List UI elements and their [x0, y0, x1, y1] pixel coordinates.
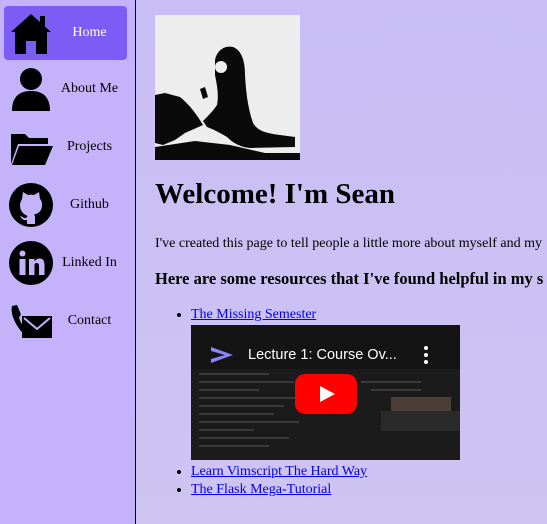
- sidebar-item-github[interactable]: Github: [4, 178, 127, 232]
- list-item: The Flask Mega-Tutorial: [191, 481, 460, 499]
- sidebar-item-projects[interactable]: Projects: [4, 120, 127, 174]
- sidebar-item-label: Contact: [67, 313, 112, 328]
- resource-link-flask[interactable]: The Flask Mega-Tutorial: [191, 482, 331, 497]
- resource-link-vimscript[interactable]: Learn Vimscript The Hard Way: [191, 464, 367, 479]
- sidebar-item-label: Projects: [66, 139, 113, 154]
- profile-photo: [155, 15, 300, 160]
- linkedin-icon: [9, 241, 53, 285]
- sidebar: Home About Me Projects Github Linked In: [0, 0, 136, 524]
- list-item: Learn Vimscript The Hard Way: [191, 463, 460, 481]
- sidebar-item-home[interactable]: Home: [4, 6, 127, 60]
- github-icon: [9, 183, 53, 227]
- main-content: Welcome! I'm Sean I've created this page…: [137, 0, 547, 524]
- home-icon: [11, 14, 51, 54]
- sidebar-item-label: Github: [70, 197, 109, 212]
- user-icon: [12, 68, 50, 111]
- sidebar-item-linkedin[interactable]: Linked In: [4, 236, 127, 290]
- resources-list: The Missing Semester: [155, 306, 460, 499]
- resource-link-missing-semester[interactable]: The Missing Semester: [191, 307, 316, 322]
- page-title: Welcome! I'm Sean: [155, 178, 396, 210]
- more-options-icon[interactable]: [421, 343, 431, 367]
- envelope-phone-icon: [11, 305, 52, 338]
- sidebar-item-label: About Me: [60, 81, 119, 96]
- list-item: The Missing Semester: [191, 306, 460, 460]
- sidebar-item-contact[interactable]: Contact: [4, 294, 127, 348]
- resources-heading: Here are some resources that I've found …: [155, 269, 544, 288]
- video-title: Lecture 1: Course Ov...: [248, 347, 397, 363]
- channel-logo-icon: [211, 347, 233, 363]
- video-embed[interactable]: Lecture 1: Course Ov...: [191, 325, 460, 460]
- intro-text: I've created this page to tell people a …: [155, 236, 543, 251]
- sidebar-item-label: Home: [72, 25, 107, 40]
- sidebar-item-label: Linked In: [62, 255, 117, 270]
- play-button-icon[interactable]: [295, 374, 357, 414]
- folder-icon: [11, 134, 53, 165]
- sidebar-item-about[interactable]: About Me: [4, 62, 127, 116]
